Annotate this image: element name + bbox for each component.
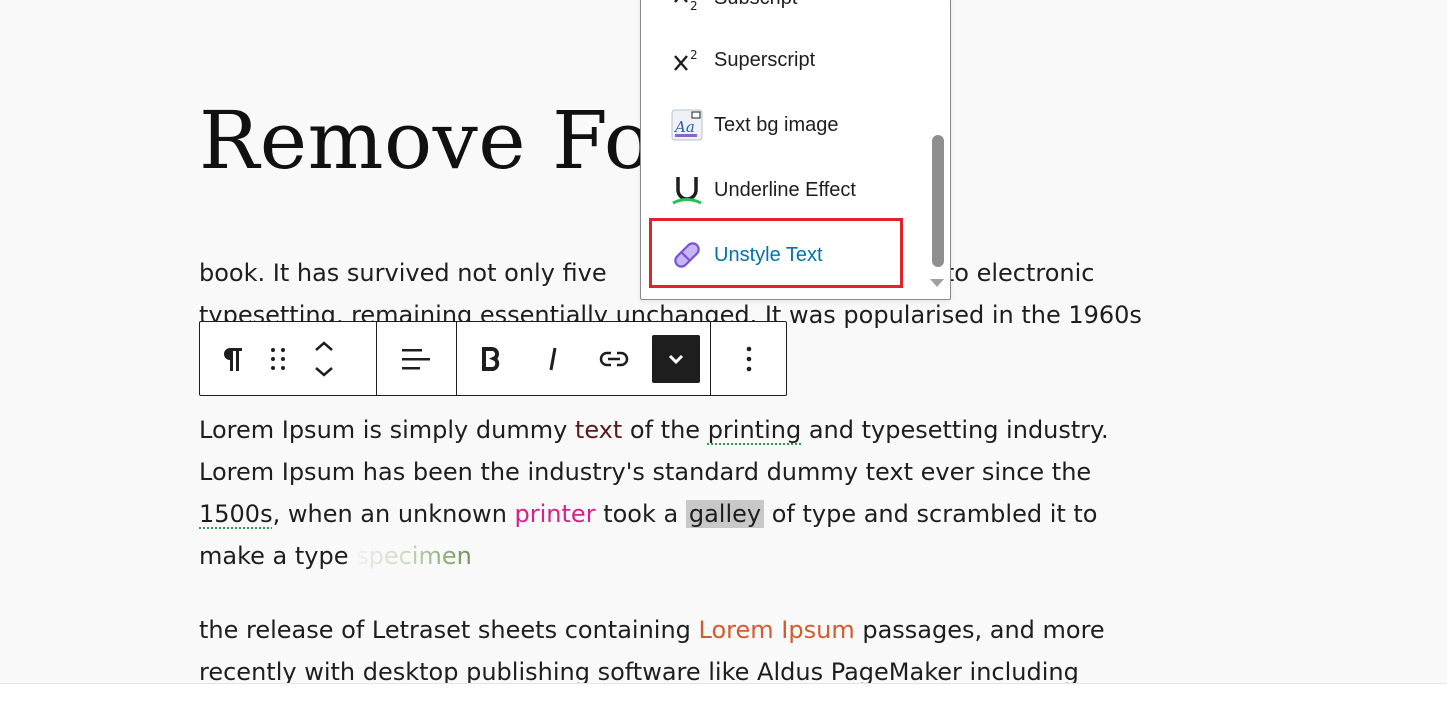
format-dropdown-menu: 2 Subscript 2 Superscript Aa Text bg ima… [640, 0, 951, 300]
colored-text: text [574, 416, 623, 444]
more-vertical-icon[interactable] [725, 335, 772, 383]
menu-item-text-bg-image[interactable]: Aa Text bg image [670, 103, 839, 147]
paragraph-text: book. It has survived not only five [199, 259, 607, 287]
selection-highlight-box [649, 218, 903, 288]
menu-scrollbar-thumb[interactable] [932, 135, 944, 267]
menu-item-label: Superscript [714, 48, 816, 71]
subscript-icon: 2 [670, 0, 704, 15]
menu-item-label: Subscript [714, 0, 797, 10]
superscript-icon: 2 [670, 43, 704, 77]
chevron-down-icon[interactable] [651, 334, 700, 383]
link-icon[interactable] [590, 335, 638, 383]
text-bg-image-icon: Aa [670, 108, 704, 142]
paragraph-text: Lorem Ipsum has been the industry's stan… [199, 458, 1092, 486]
move-up-down-icon[interactable] [300, 335, 348, 383]
paragraph-icon[interactable] [208, 335, 256, 383]
italic-icon[interactable] [529, 335, 577, 383]
annotated-text: printing [707, 416, 802, 444]
gradient-text: specimen [356, 542, 472, 570]
svg-text:2: 2 [690, 0, 698, 12]
underline-effect-icon [670, 173, 704, 207]
svg-text:2: 2 [690, 48, 698, 62]
selected-text[interactable]: galley [685, 500, 765, 528]
menu-item-underline-effect[interactable]: Underline Effect [670, 168, 856, 212]
paragraph-text: , when an unknown [272, 500, 515, 528]
menu-item-subscript[interactable]: 2 Subscript [670, 0, 797, 20]
annotated-text: 1500s [199, 500, 273, 528]
paragraph-text: recently with desktop publishing softwar… [199, 658, 1079, 683]
paragraph-text: took a [595, 500, 686, 528]
colored-text: Lorem Ipsum [698, 616, 855, 644]
paragraph-text: the release of Letraset sheets containin… [199, 616, 699, 644]
paragraph-text: passages, and more [854, 616, 1105, 644]
toolbar-group-options [711, 322, 786, 395]
colored-text: printer [514, 500, 596, 528]
paragraph-text: make a type [199, 542, 357, 570]
paragraph-text: of the [622, 416, 708, 444]
menu-item-superscript[interactable]: 2 Superscript [670, 38, 815, 82]
scroll-down-arrow-icon[interactable] [930, 279, 944, 287]
drag-handle-icon[interactable] [256, 335, 300, 383]
bold-icon[interactable] [467, 335, 515, 383]
paragraph-text: of type and scrambled it to [764, 500, 1098, 528]
block-toolbar [199, 321, 787, 396]
toolbar-group-align [377, 322, 457, 395]
editor-canvas: Remove Forr book. It has survived not on… [0, 0, 1447, 683]
toolbar-group-block [200, 322, 377, 395]
paragraph-block-3[interactable]: the release of Letraset sheets containin… [199, 609, 1105, 683]
svg-text:Aa: Aa [673, 118, 695, 136]
align-left-icon[interactable] [391, 335, 439, 383]
paragraph-text: and typesetting industry. [801, 416, 1109, 444]
toolbar-group-format [457, 322, 711, 395]
paragraph-block-2[interactable]: Lorem Ipsum is simply dummy text of the … [199, 409, 1109, 577]
footer-area [0, 683, 1447, 704]
menu-item-label: Text bg image [714, 113, 839, 136]
menu-item-label: Underline Effect [714, 178, 856, 201]
paragraph-text: Lorem Ipsum is simply dummy [199, 416, 575, 444]
